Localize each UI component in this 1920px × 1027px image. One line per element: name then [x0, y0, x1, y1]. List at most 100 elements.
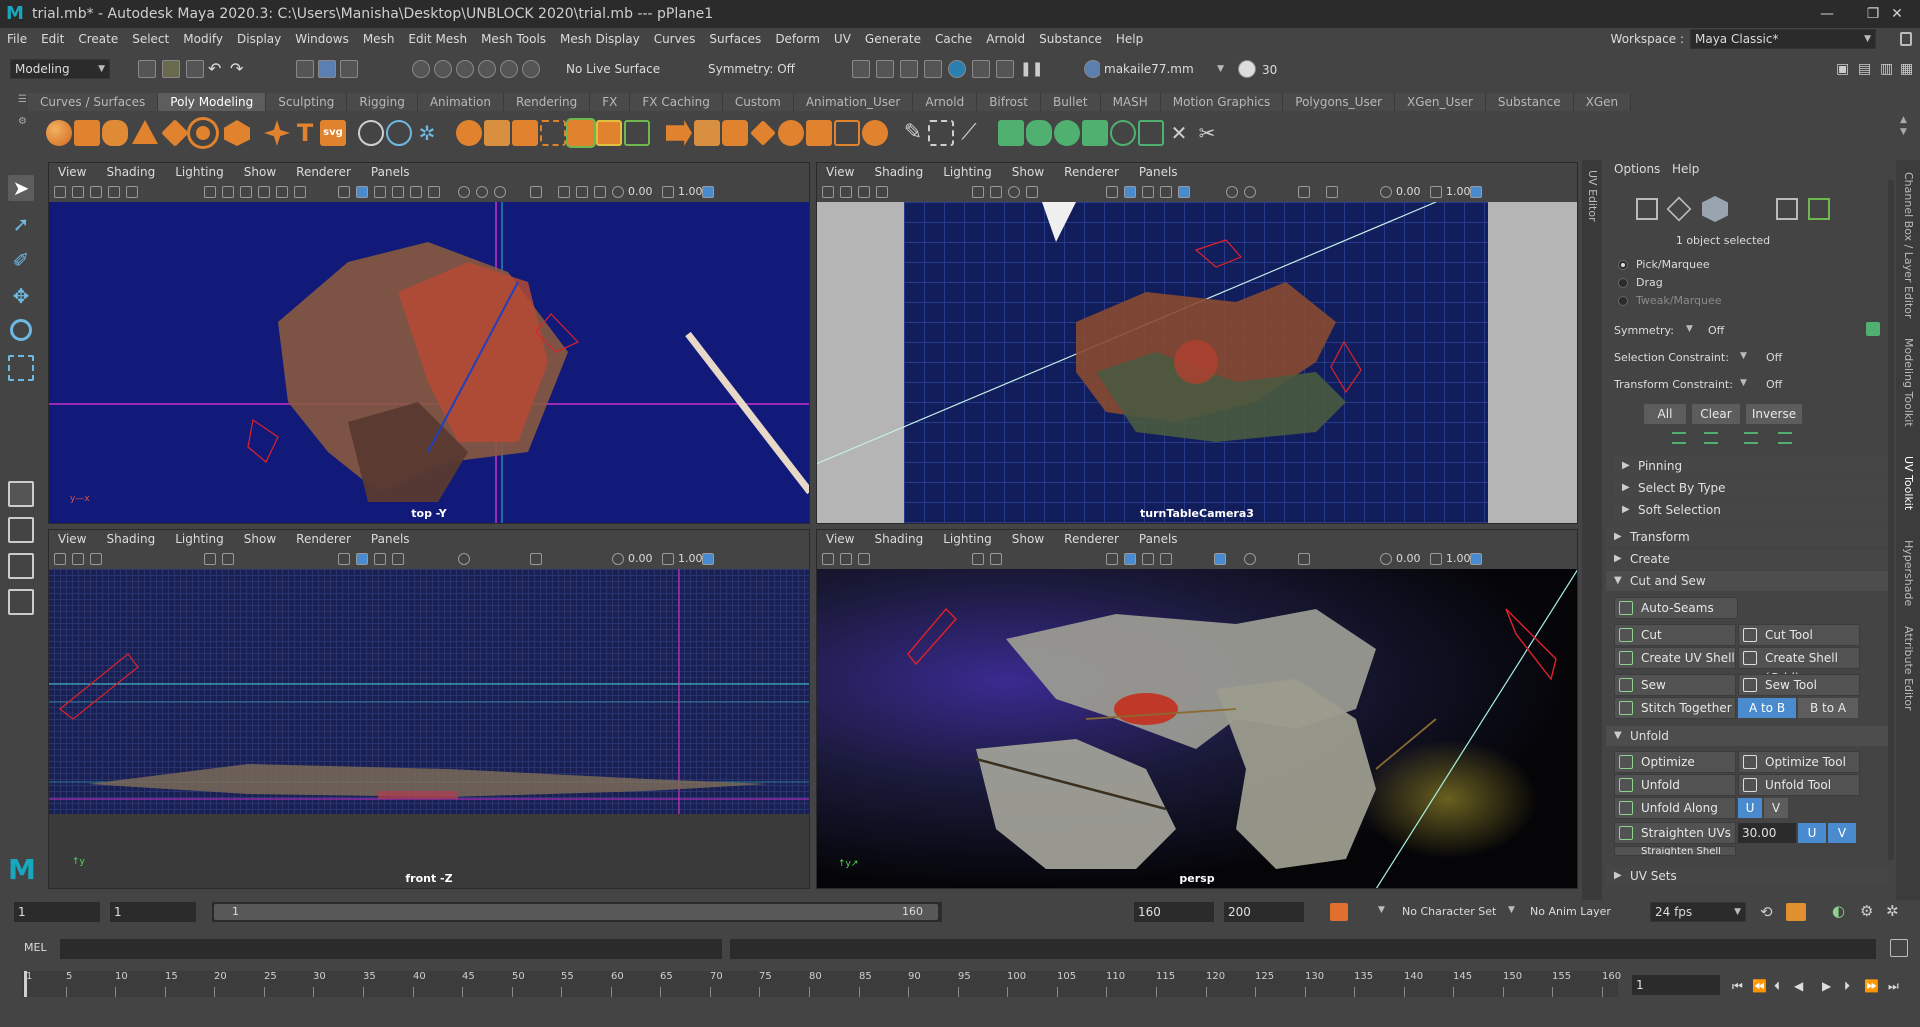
section-create[interactable]: ▶ Create — [1606, 549, 1888, 569]
menu-select[interactable]: Select — [125, 32, 176, 46]
workspace-dropdown[interactable]: Maya Classic* — [1690, 29, 1876, 49]
isolate-select-icon[interactable] — [1298, 186, 1310, 198]
image-plane-icon[interactable] — [876, 186, 888, 198]
section-pinning[interactable]: ▶ Pinning — [1614, 456, 1888, 476]
step-forward-key-icon[interactable]: ⏩ — [1864, 979, 1879, 993]
tab-attribute-editor[interactable]: Attribute Editor — [1902, 626, 1915, 711]
multi-cut-icon[interactable]: ✎ — [900, 120, 926, 146]
select-inverse-button[interactable]: Inverse — [1746, 404, 1802, 424]
film-gate-icon[interactable] — [990, 186, 1002, 198]
select-border-icon[interactable] — [1744, 432, 1758, 444]
color-management-icon[interactable] — [702, 553, 714, 565]
shelf-tab-sculpting[interactable]: Sculpting — [266, 93, 348, 111]
lights-icon[interactable] — [1214, 553, 1226, 565]
fill-hole-icon[interactable] — [750, 120, 776, 146]
current-time-indicator[interactable] — [24, 971, 27, 997]
menu-cache[interactable]: Cache — [928, 32, 979, 46]
smooth-shade-icon[interactable] — [356, 186, 368, 198]
grid-icon[interactable] — [972, 186, 984, 198]
vp-menu-show[interactable]: Show — [234, 532, 286, 546]
separate-icon[interactable] — [484, 120, 510, 146]
boolean-icon[interactable] — [540, 120, 566, 146]
select-object-icon[interactable] — [318, 60, 336, 78]
unfold-along-u-toggle[interactable]: U — [1738, 798, 1762, 818]
go-to-start-icon[interactable]: ⏮ — [1732, 979, 1743, 994]
vp-menu-show[interactable]: Show — [234, 165, 286, 179]
select-all-button[interactable]: All — [1644, 404, 1686, 424]
bevel-icon[interactable] — [722, 120, 748, 146]
render-frame-icon[interactable] — [852, 60, 870, 78]
shelf-tab-xgen[interactable]: XGen — [1573, 93, 1632, 111]
viewport-persp-canvas[interactable]: ↑y↗ persp — [816, 569, 1578, 889]
render-settings-icon[interactable] — [924, 60, 942, 78]
resolution-gate-icon[interactable] — [1008, 186, 1020, 198]
menu-windows[interactable]: Windows — [288, 32, 356, 46]
straighten-angle-field[interactable]: 30.00 — [1738, 823, 1796, 843]
select-shell-icon[interactable] — [1778, 432, 1792, 444]
vp-menu-shading[interactable]: Shading — [96, 165, 165, 179]
shadows-icon[interactable] — [428, 186, 440, 198]
select-tool-icon[interactable]: ➤ — [8, 175, 34, 201]
exposure-value[interactable]: 0.00 — [628, 552, 653, 565]
menu-curves[interactable]: Curves — [647, 32, 703, 46]
color-management-icon[interactable] — [1470, 553, 1482, 565]
menu-modify[interactable]: Modify — [176, 32, 230, 46]
vp-menu-lighting[interactable]: Lighting — [933, 165, 1002, 179]
tool-settings-toggle-icon[interactable]: ▥ — [1880, 61, 1893, 77]
unfold-tool-button[interactable]: Unfold Tool — [1738, 774, 1860, 796]
mirror-icon[interactable] — [568, 120, 594, 146]
film-gate-icon[interactable] — [222, 186, 234, 198]
symmetry-dropdown[interactable]: Symmetry: Off — [704, 60, 812, 80]
vp-menu-show[interactable]: Show — [1002, 165, 1054, 179]
cut-tool-button[interactable]: Cut Tool — [1738, 624, 1860, 646]
chevron-down-icon[interactable]: ▼ — [1686, 324, 1693, 334]
xray-active-icon[interactable] — [576, 186, 588, 198]
sew-button[interactable]: Sew — [1614, 674, 1736, 696]
automatic-map-icon[interactable] — [1082, 120, 1108, 146]
go-to-end-icon[interactable]: ⏭ — [1888, 979, 1899, 994]
gamma-value[interactable]: 1.00 — [1446, 552, 1471, 565]
select-component-icon[interactable] — [340, 60, 358, 78]
antialiasing-icon[interactable] — [494, 186, 506, 198]
shelf-tab-rigging[interactable]: Rigging — [347, 93, 418, 111]
render-view-icon[interactable] — [972, 60, 990, 78]
select-clear-button[interactable]: Clear — [1692, 404, 1740, 424]
a-to-b-toggle[interactable]: A to B — [1738, 698, 1796, 718]
vp-menu-panels[interactable]: Panels — [361, 532, 420, 546]
grow-selection-icon[interactable] — [1672, 432, 1686, 444]
motion-blur-icon[interactable] — [1244, 186, 1256, 198]
ambient-occlusion-icon[interactable] — [1244, 553, 1256, 565]
gamma-value[interactable]: 1.00 — [678, 552, 703, 565]
character-set-label[interactable]: No Character Set — [1402, 905, 1496, 918]
camera-icon[interactable] — [54, 553, 66, 565]
snap-grid-icon[interactable] — [412, 60, 430, 78]
auto-seams-button[interactable]: Auto-Seams — [1614, 597, 1738, 619]
insert-edge-loop-icon[interactable] — [928, 120, 954, 146]
offset-edge-icon[interactable]: ⟋ — [956, 120, 982, 146]
lights-icon[interactable] — [410, 186, 422, 198]
menu-file[interactable]: File — [0, 32, 34, 46]
section-cut-and-sew[interactable]: ▼ Cut and Sew — [1606, 571, 1888, 591]
ambient-occlusion-icon[interactable] — [458, 553, 470, 565]
tab-hypershade[interactable]: Hypershade — [1902, 540, 1915, 606]
wireframe-on-shaded-icon[interactable] — [1142, 186, 1154, 198]
poly-plane-icon[interactable] — [161, 119, 189, 147]
menu-mesh-display[interactable]: Mesh Display — [553, 32, 647, 46]
film-gate-icon[interactable] — [990, 553, 1002, 565]
gate-mask-icon[interactable] — [1026, 186, 1038, 198]
menu-generate[interactable]: Generate — [858, 32, 928, 46]
snap-curve-icon[interactable] — [434, 60, 452, 78]
render-sequence-icon[interactable] — [876, 60, 894, 78]
textured-icon[interactable] — [392, 553, 404, 565]
collapse-icon[interactable] — [834, 120, 860, 146]
xray-joints-icon[interactable] — [594, 186, 606, 198]
arnold-render-icon[interactable] — [996, 60, 1014, 78]
chevron-down-icon[interactable]: ▼ — [1740, 351, 1747, 361]
pick-marquee-radio[interactable] — [1618, 260, 1628, 270]
viewport-turntable-canvas[interactable]: turnTableCamera3 — [816, 202, 1578, 524]
cache-playback-icon[interactable] — [1786, 903, 1806, 921]
bookmark-icon[interactable] — [858, 553, 870, 565]
vp-menu-panels[interactable]: Panels — [361, 165, 420, 179]
toolkit-menu-help[interactable]: Help — [1672, 162, 1699, 176]
textured-icon[interactable] — [392, 186, 404, 198]
